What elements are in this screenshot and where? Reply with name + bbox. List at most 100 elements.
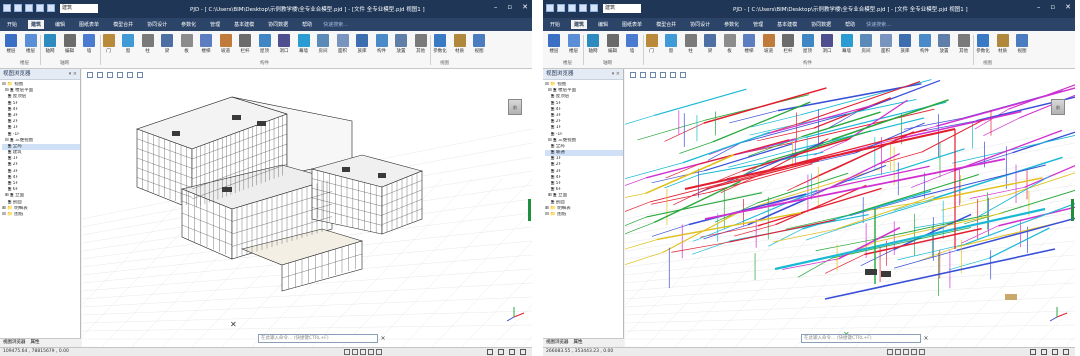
viewport-scroll-indicator[interactable]	[1071, 199, 1074, 221]
ribbon-button[interactable]: 梁	[703, 34, 717, 54]
tab-parametric[interactable]: 参数化	[721, 20, 742, 29]
ribbon-button[interactable]: 坡道	[219, 34, 233, 54]
tab-data[interactable]: 协同数据	[808, 20, 834, 29]
tab-start[interactable]: 开始	[4, 20, 20, 29]
tab-manage[interactable]: 管理	[750, 20, 766, 29]
tab-edit[interactable]: 编辑	[595, 20, 611, 29]
app-menu-icon[interactable]	[546, 4, 554, 12]
filter-icon[interactable]	[376, 349, 382, 355]
ribbon-button[interactable]: 参数化	[433, 34, 447, 54]
ribbon-button[interactable]: 参数化	[976, 34, 990, 54]
tab-architecture[interactable]: 建筑	[28, 20, 45, 29]
3d-viewport[interactable]: 前 ✕ 在此输入命令... (快捷键CTRL+F) ×	[82, 69, 532, 347]
grid-snap-icon[interactable]	[360, 349, 366, 355]
redo-icon[interactable]	[590, 4, 598, 12]
ribbon-button[interactable]: 房间	[316, 34, 330, 54]
close-button[interactable]: ✕	[1065, 3, 1071, 11]
ribbon-button[interactable]: 视图	[472, 34, 486, 54]
tab-merge[interactable]: 模型合并	[653, 20, 679, 29]
ribbon-button[interactable]: 窗	[664, 34, 678, 54]
split-view-icon[interactable]	[498, 349, 504, 355]
new-file-icon[interactable]	[557, 4, 565, 12]
ribbon-button[interactable]: 楼层	[4, 34, 18, 54]
tree-item[interactable]: ⊟ 📁 图纸	[2, 212, 80, 218]
tab-modeling[interactable]: 基本建模	[231, 20, 257, 29]
tile-view-icon[interactable]	[509, 349, 515, 355]
ribbon-button[interactable]: 栏杆	[781, 34, 795, 54]
ortho-icon[interactable]	[895, 349, 901, 355]
tab-collab[interactable]: 协同设计	[687, 20, 713, 29]
command-input[interactable]: 在此输入命令... (快捷键CTRL+F) ×	[258, 334, 386, 343]
minimize-button[interactable]: –	[494, 3, 498, 11]
ribbon-button[interactable]: 栏杆	[238, 34, 252, 54]
tab-data[interactable]: 协同数据	[265, 20, 291, 29]
tab-view-browser[interactable]: 视图浏览器	[546, 339, 569, 347]
app-menu-icon[interactable]	[3, 4, 11, 12]
ribbon-button[interactable]: 幕墙	[840, 34, 854, 54]
tab-parametric[interactable]: 参数化	[178, 20, 199, 29]
lock-icon[interactable]	[368, 349, 374, 355]
ribbon-button[interactable]: 楼层	[24, 34, 38, 54]
section-box-icon[interactable]	[670, 72, 676, 78]
ribbon-button[interactable]: 坡道	[762, 34, 776, 54]
ribbon-button[interactable]: 幕墙	[297, 34, 311, 54]
single-view-icon[interactable]	[1030, 349, 1036, 355]
minimize-button[interactable]: –	[1037, 3, 1041, 11]
pan-icon[interactable]	[650, 72, 656, 78]
tab-drawings[interactable]: 图纸表单	[619, 20, 645, 29]
ribbon-button[interactable]: 洞口	[277, 34, 291, 54]
orbit-icon[interactable]	[640, 72, 646, 78]
maximize-button[interactable]: ▫	[1050, 3, 1055, 11]
ribbon-button[interactable]: 楼层	[567, 34, 581, 54]
split-view-icon[interactable]	[1041, 349, 1047, 355]
ribbon-button[interactable]: 编辑	[63, 34, 77, 54]
tab-properties[interactable]: 属性	[31, 339, 40, 347]
project-combo[interactable]: 建筑	[603, 4, 641, 13]
save-icon[interactable]	[25, 4, 33, 12]
ribbon-button[interactable]: 柱	[684, 34, 698, 54]
undo-icon[interactable]	[36, 4, 44, 12]
command-input[interactable]: 在此输入命令... (快捷键CTRL+F) ×	[801, 334, 929, 343]
ribbon-button[interactable]: 屋顶	[801, 34, 815, 54]
ribbon-button[interactable]: 板	[180, 34, 194, 54]
tab-manage[interactable]: 管理	[207, 20, 223, 29]
tab-help[interactable]: 帮助	[842, 20, 858, 29]
display-style-icon[interactable]	[680, 72, 686, 78]
tab-architecture[interactable]: 建筑	[571, 20, 588, 29]
ribbon-button[interactable]: 轴网	[43, 34, 57, 54]
filter-icon[interactable]	[919, 349, 925, 355]
lock-icon[interactable]	[911, 349, 917, 355]
ribbon-button[interactable]: 板	[723, 34, 737, 54]
fullscreen-icon[interactable]	[520, 349, 526, 355]
section-box-icon[interactable]	[127, 72, 133, 78]
home-view-icon[interactable]	[630, 72, 636, 78]
ribbon-button[interactable]: 面积	[879, 34, 893, 54]
ribbon-button[interactable]: 洞口	[820, 34, 834, 54]
ribbon-button[interactable]: 轴网	[586, 34, 600, 54]
ribbon-button[interactable]: 楼梯	[199, 34, 213, 54]
pan-icon[interactable]	[107, 72, 113, 78]
3d-viewport[interactable]: 前 ✕ 在此输入命令... (快捷键CTRL+F) ×	[625, 69, 1075, 347]
zoom-icon[interactable]	[660, 72, 666, 78]
ribbon-button[interactable]: 房间	[859, 34, 873, 54]
ribbon-button[interactable]: 族库	[355, 34, 369, 54]
command-close-icon[interactable]: ×	[922, 335, 930, 343]
ribbon-button[interactable]: 编辑	[606, 34, 620, 54]
ribbon-button[interactable]: 放置	[394, 34, 408, 54]
ribbon-button[interactable]: 墙	[82, 34, 96, 54]
orbit-icon[interactable]	[97, 72, 103, 78]
home-view-icon[interactable]	[87, 72, 93, 78]
snap-icon[interactable]	[344, 349, 350, 355]
ribbon-button[interactable]: 族库	[898, 34, 912, 54]
new-file-icon[interactable]	[14, 4, 22, 12]
tab-properties[interactable]: 属性	[574, 339, 583, 347]
ribbon-button[interactable]: 门	[645, 34, 659, 54]
ribbon-button[interactable]: 其他	[957, 34, 971, 54]
tab-start[interactable]: 开始	[547, 20, 563, 29]
ribbon-button[interactable]: 放置	[937, 34, 951, 54]
display-style-icon[interactable]	[137, 72, 143, 78]
tab-drawings[interactable]: 图纸表单	[76, 20, 102, 29]
close-button[interactable]: ✕	[522, 3, 528, 11]
ribbon-button[interactable]: 屋顶	[258, 34, 272, 54]
tab-modeling[interactable]: 基本建模	[774, 20, 800, 29]
